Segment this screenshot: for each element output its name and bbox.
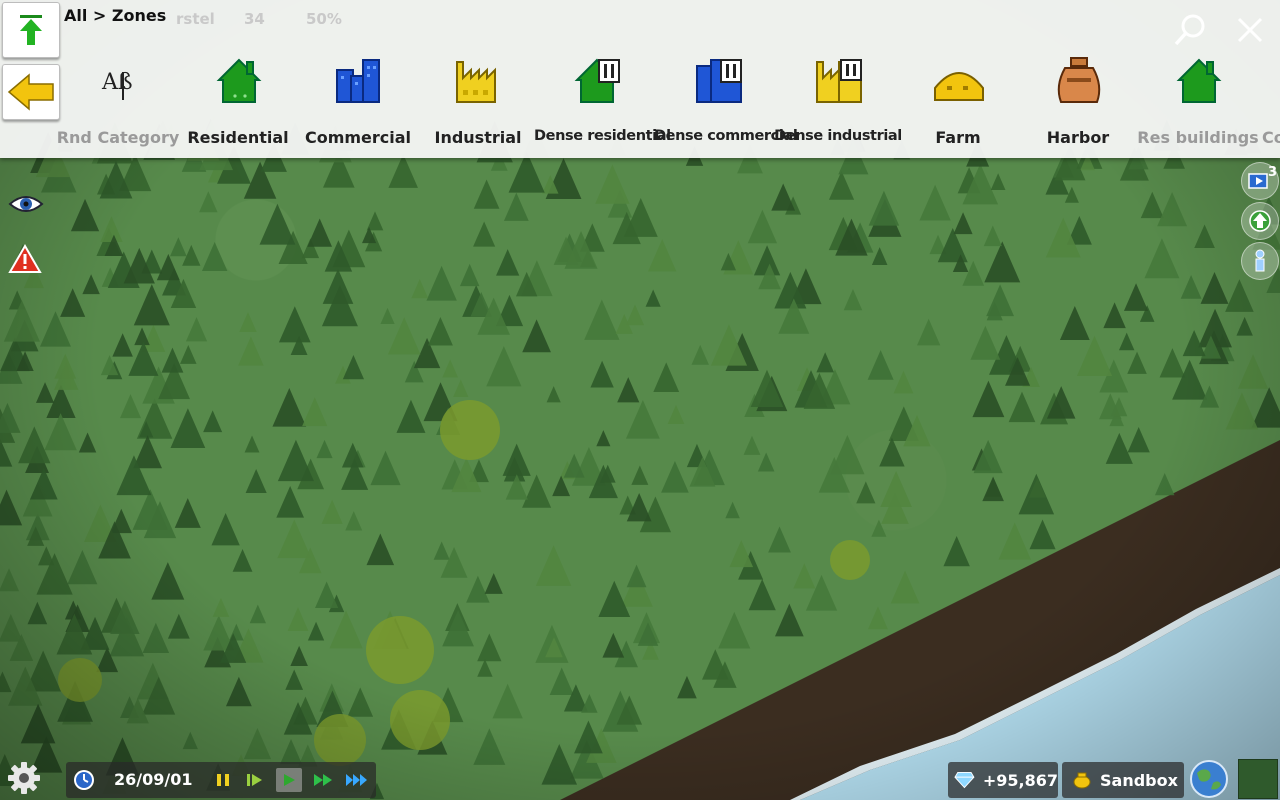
arrow-up-icon <box>20 15 42 45</box>
game-mode-label: Sandbox <box>1100 770 1178 790</box>
fastest-icon <box>346 774 367 786</box>
tool-label: Dense commercial <box>654 128 798 144</box>
dense-residential-icon <box>574 58 620 103</box>
play-button[interactable] <box>276 768 302 792</box>
tool-dense-industrial[interactable]: Dense industrial <box>774 56 902 156</box>
eye-icon[interactable] <box>8 190 44 218</box>
gear-icon[interactable] <box>6 760 42 796</box>
tool-residential[interactable]: Residential <box>178 56 298 156</box>
breadcrumb[interactable]: All > Zones <box>64 6 166 25</box>
farm-dome-icon <box>934 72 984 101</box>
tool-label: Rnd Category <box>56 128 180 147</box>
tool-label: Res buildings <box>1137 128 1259 147</box>
person-icon <box>1255 249 1265 272</box>
pause-button[interactable] <box>210 768 236 792</box>
tool-commercial[interactable]: Commercial <box>298 56 418 156</box>
arrow-up-icon <box>1249 210 1271 232</box>
overlay-badge: 3 <box>1268 165 1278 180</box>
money-display[interactable]: +95,867 <box>948 762 1058 798</box>
clock-icon[interactable] <box>72 768 96 792</box>
tool-dense-commercial[interactable]: Dense commercial <box>654 56 798 156</box>
city-name-fragment: rstel <box>176 10 215 28</box>
diamond-icon <box>954 771 975 789</box>
fast-forward-icon <box>314 774 332 786</box>
tool-label: Residential <box>187 128 289 147</box>
coin-bag-icon <box>1073 772 1091 789</box>
search-icon[interactable] <box>1172 12 1208 48</box>
tool-label: Farm <box>935 128 981 147</box>
overlay-people-button[interactable] <box>1241 242 1279 280</box>
time-control-bar: 26/09/01 <box>66 762 376 798</box>
tool-label: Dense residential <box>534 128 671 144</box>
harbor-sack-icon <box>1057 57 1101 103</box>
money-value: +95,867 <box>982 770 1058 790</box>
residential-house-icon <box>216 58 262 103</box>
happiness-value: 50% <box>306 10 342 28</box>
fastest-button[interactable] <box>344 768 370 792</box>
tool-farm[interactable]: Farm <box>898 56 1018 156</box>
population-count: 34 <box>244 10 265 28</box>
globe-icon[interactable] <box>1189 759 1229 799</box>
tool-label: Co <box>1262 128 1280 147</box>
pause-icon <box>217 774 229 786</box>
tool-harbor[interactable]: Harbor <box>1018 56 1138 156</box>
tool-rnd-category[interactable]: Aß Rnd Category <box>57 56 180 156</box>
svg-text:Aß: Aß <box>101 70 133 95</box>
tool-industrial[interactable]: Industrial <box>418 56 538 156</box>
tool-label: Dense industrial <box>774 128 902 144</box>
dense-commercial-icon <box>696 59 742 103</box>
arrow-left-icon <box>7 73 54 111</box>
tool-dense-residential[interactable]: Dense residential <box>534 56 671 156</box>
game-mode-display[interactable]: Sandbox <box>1062 762 1184 798</box>
tool-co[interactable]: Co <box>1258 56 1280 156</box>
up-level-button[interactable] <box>2 2 60 58</box>
tool-res-buildings[interactable]: Res buildings <box>1137 56 1259 156</box>
tool-label: Commercial <box>304 128 412 147</box>
tool-label: Industrial <box>434 128 522 147</box>
factory-icon <box>456 61 496 103</box>
game-date: 26/09/01 <box>114 770 193 789</box>
play-icon <box>284 774 295 786</box>
overlay-up-button[interactable] <box>1241 202 1279 240</box>
random-category-icon: Aß <box>101 70 133 100</box>
residential-house-icon <box>1176 58 1222 103</box>
dense-factory-icon <box>816 59 862 103</box>
back-button[interactable] <box>2 64 60 120</box>
warning-icon[interactable] <box>8 244 42 274</box>
close-icon[interactable] <box>1232 12 1268 48</box>
step-button[interactable] <box>242 768 268 792</box>
overlay-button[interactable]: 3 <box>1241 162 1279 200</box>
tool-label: Harbor <box>1046 128 1110 147</box>
commercial-buildings-icon <box>336 59 380 103</box>
minimap[interactable] <box>1238 759 1278 799</box>
fast-forward-button[interactable] <box>310 768 336 792</box>
step-icon <box>247 774 262 786</box>
zone-toolbar: All > Zones rstel 34 50% Aß Rnd Category… <box>0 0 1280 158</box>
